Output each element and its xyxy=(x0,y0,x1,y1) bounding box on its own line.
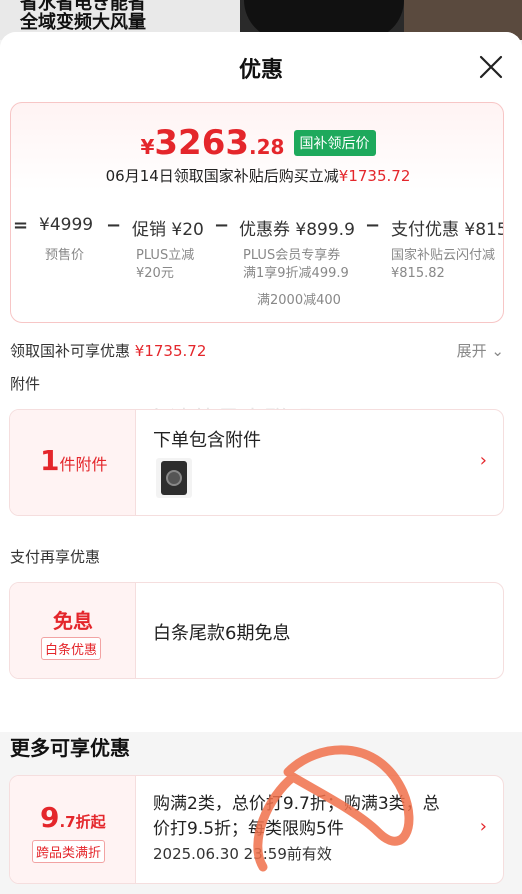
promo-sub-1: PLUS立减 xyxy=(136,248,195,263)
payment-discount: 支付优惠 ¥815. xyxy=(391,220,504,240)
coupon-sub-1: PLUS会员专享券 xyxy=(243,248,341,263)
coupon-amount: 优惠券 ¥899.9 xyxy=(239,220,355,240)
presale-label: 预售价 xyxy=(45,248,85,263)
accessory-text: 下单包含附件 xyxy=(153,430,261,451)
close-icon[interactable] xyxy=(478,54,504,80)
minus-sign-2: − xyxy=(214,215,230,236)
cross-category-tag: 跨品类满折 xyxy=(32,840,106,863)
description-line-2: 价打9.5折；每类限购5件 xyxy=(153,819,344,839)
more-section-title: 更多可享优惠 xyxy=(10,736,130,760)
banner-line-2: 全域变频大风量 xyxy=(20,12,146,33)
payment-sub-1: 国家补贴云闪付减 xyxy=(391,248,496,263)
discount-rate: 9.7折起 xyxy=(40,801,106,834)
sheet-title: 优惠 xyxy=(238,58,283,83)
presale-price: ¥4999 xyxy=(39,215,94,235)
payment-card[interactable]: 免息 白条优惠 白条尾款6期免息 xyxy=(9,582,504,679)
discount-small: .7折起 xyxy=(59,813,106,831)
subtitle-amount: ¥1735.72 xyxy=(338,167,411,185)
chevron-down-icon: ⌄ xyxy=(491,342,504,360)
cross-category-left: 9.7折起 跨品类满折 xyxy=(10,776,136,883)
price-currency: ¥ xyxy=(140,135,155,159)
description-line-1: 购满2类，总价打9.7折；购满3类，总 xyxy=(153,794,440,814)
washer-door xyxy=(166,470,182,486)
expand-label: 展开 xyxy=(456,342,487,360)
accessory-section-title: 附件 xyxy=(10,375,41,393)
cross-category-description: 购满2类，总价打9.7折；购满3类，总 价打9.5折；每类限购5件 2025.0… xyxy=(153,792,440,867)
accessory-card-left: 1件附件 xyxy=(10,410,136,515)
promo-sub-2: ¥20元 xyxy=(136,266,174,281)
coupon-sub-3: 满2000减400 xyxy=(257,293,341,308)
validity-date: 2025.06.30 23:59前有效 xyxy=(153,845,332,863)
accessory-count: 1件附件 xyxy=(40,444,108,477)
accessory-card[interactable]: 1件附件 下单包含附件 › xyxy=(9,409,504,516)
chevron-right-icon: › xyxy=(479,816,487,837)
price-card: ¥3263.28 国补领后价 06月14日领取国家补贴后购买立减¥1735.72… xyxy=(10,102,504,323)
sheet-header: 优惠 xyxy=(0,32,522,102)
final-price: ¥3263.28 国补领后价 xyxy=(11,123,503,163)
price-breakdown: = ¥4999 预售价 − 促销 ¥20 PLUS立减 ¥20元 − 优惠券 ¥… xyxy=(11,207,504,292)
subsidy-amount: ¥1735.72 xyxy=(134,342,207,360)
price-subtitle: 06月14日领取国家补贴后购买立减¥1735.72 xyxy=(11,165,503,186)
equals-sign: = xyxy=(13,215,29,236)
accessory-count-number: 1 xyxy=(40,444,60,477)
subsidy-row: 领取国补可享优惠 ¥1735.72 xyxy=(10,340,206,361)
minus-sign-3: − xyxy=(365,215,381,236)
accessory-count-unit: 件附件 xyxy=(59,455,108,474)
washer-thumbnail xyxy=(156,458,192,498)
cross-category-card[interactable]: 9.7折起 跨品类满折 购满2类，总价打9.7折；购满3类，总 价打9.5折；每… xyxy=(9,775,504,884)
payment-card-left: 免息 白条优惠 xyxy=(10,583,136,678)
minus-sign-1: − xyxy=(106,215,122,236)
payment-sub-2: ¥815.82 xyxy=(391,266,445,281)
promo-amount: 促销 ¥20 xyxy=(132,220,204,240)
price-integer: 3263 xyxy=(154,123,250,163)
payment-text: 白条尾款6期免息 xyxy=(153,623,291,644)
chevron-right-icon: › xyxy=(479,450,487,471)
interest-free-title: 免息 xyxy=(53,609,93,633)
discount-sheet: 优惠 ¥3263.28 国补领后价 06月14日领取国家补贴后购买立减¥1735… xyxy=(0,32,522,894)
expand-button[interactable]: 展开 ⌄ xyxy=(457,340,504,361)
price-decimal: .28 xyxy=(249,135,285,159)
subsidy-price-badge: 国补领后价 xyxy=(293,130,376,156)
discount-big: 9 xyxy=(40,801,60,834)
subsidy-label: 领取国补可享优惠 xyxy=(10,342,131,360)
subtitle-prefix: 06月14日领取国家补贴后购买立减 xyxy=(105,167,339,185)
coupon-sub-2: 满1享9折减499.9 xyxy=(243,266,349,281)
baitiao-tag: 白条优惠 xyxy=(41,637,102,660)
payment-section-title: 支付再享优惠 xyxy=(10,548,101,566)
